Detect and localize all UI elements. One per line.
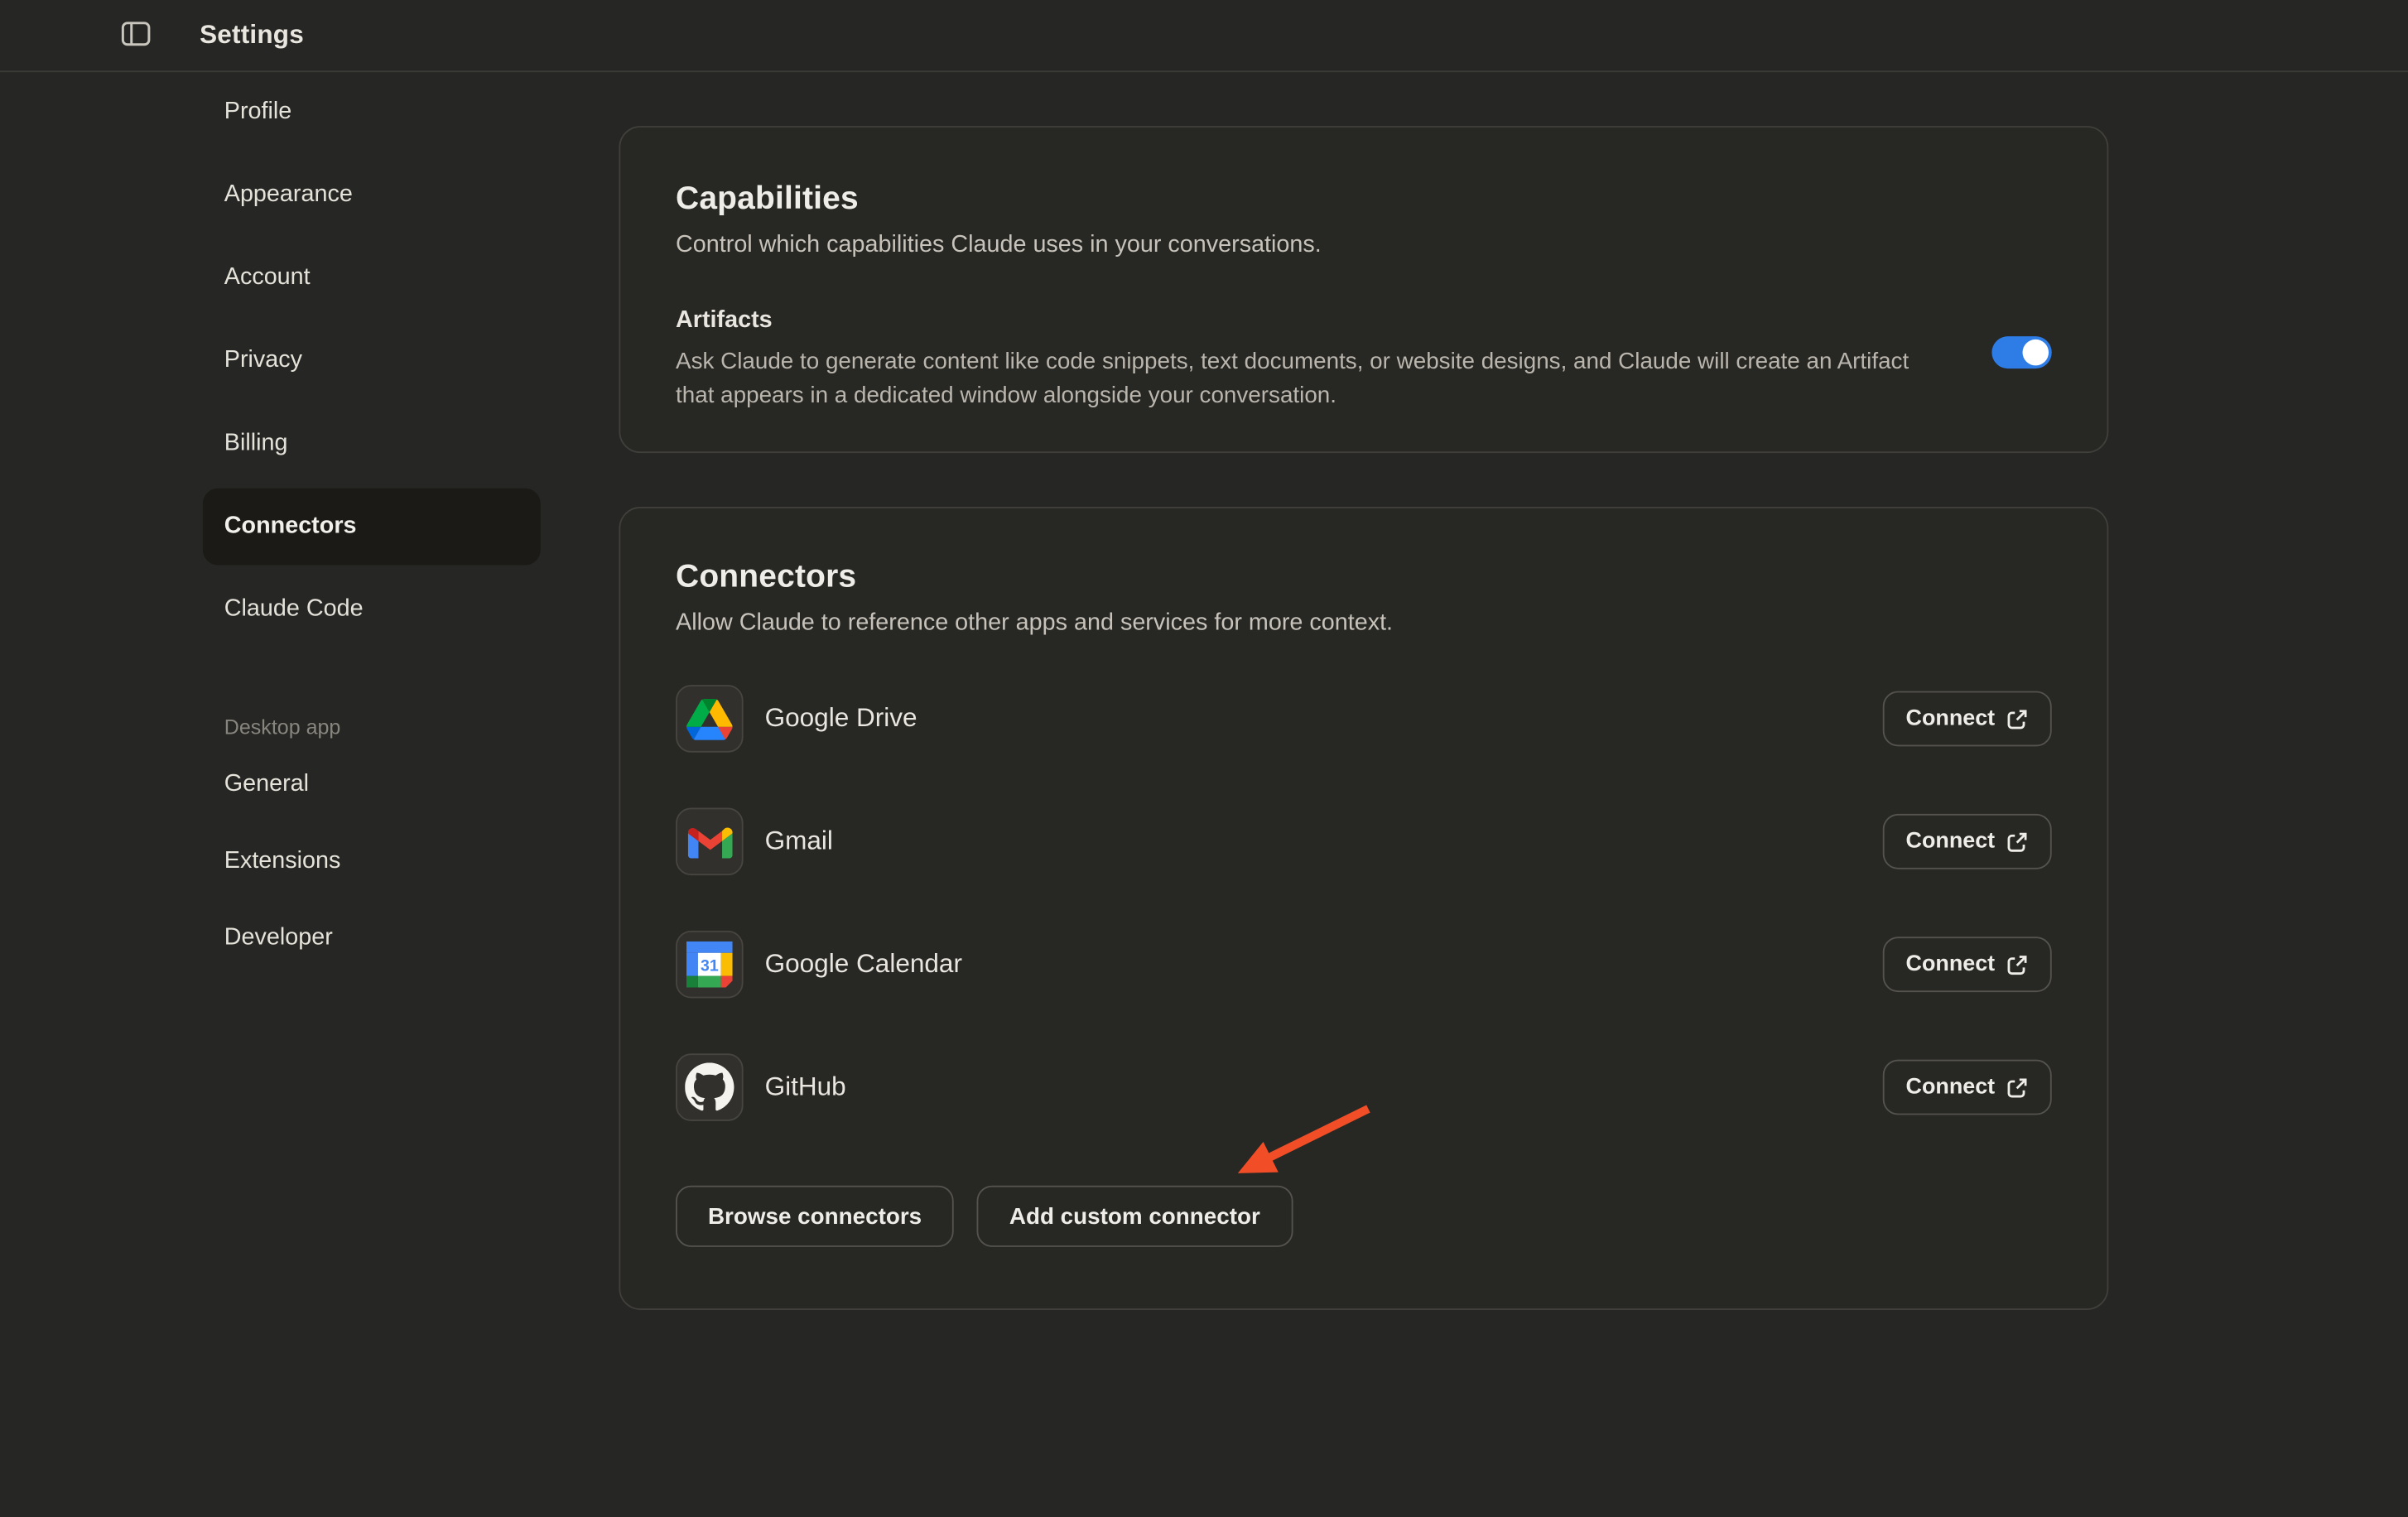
connector-actions: Browse connectors Add custom connector [676, 1186, 2052, 1247]
sidebar-item-profile[interactable]: Profile [203, 70, 541, 153]
sidebar-item-developer[interactable]: Developer [203, 900, 541, 977]
sidebar-item-privacy[interactable]: Privacy [203, 320, 541, 402]
connector-name: Gmail [765, 826, 833, 857]
connect-google-calendar-button[interactable]: Connect [1883, 937, 2052, 992]
connector-row-github: GitHub Connect [676, 1026, 2052, 1149]
artifacts-toggle[interactable] [1991, 336, 2051, 368]
connectors-card: Connectors Allow Claude to reference oth… [619, 507, 2108, 1310]
capabilities-subtitle: Control which capabilities Claude uses i… [676, 229, 2052, 261]
connector-name: GitHub [765, 1072, 846, 1103]
top-bar: Settings [0, 0, 2408, 72]
connectors-subtitle: Allow Claude to reference other apps and… [676, 607, 2052, 639]
panel-left-icon [121, 22, 150, 46]
page-title: Settings [200, 0, 304, 70]
sidebar-item-extensions[interactable]: Extensions [203, 823, 541, 900]
browse-connectors-button[interactable]: Browse connectors [676, 1186, 954, 1247]
gmail-icon [676, 808, 744, 876]
google-calendar-icon: 31 [676, 931, 744, 999]
sidebar-item-billing[interactable]: Billing [203, 402, 541, 485]
artifacts-title: Artifacts [676, 304, 1917, 336]
sidebar-item-connectors[interactable]: Connectors [203, 489, 541, 566]
connect-gmail-button[interactable]: Connect [1883, 814, 2052, 869]
connector-name: Google Calendar [765, 949, 962, 980]
calendar-day-number: 31 [701, 957, 719, 975]
external-link-icon [2006, 707, 2029, 730]
external-link-icon [2006, 1076, 2029, 1099]
connect-google-drive-button[interactable]: Connect [1883, 691, 2052, 747]
connector-name: Google Drive [765, 703, 917, 734]
sidebar-item-account[interactable]: Account [203, 237, 541, 320]
sidebar-item-appearance[interactable]: Appearance [203, 153, 541, 236]
external-link-icon [2006, 953, 2029, 976]
capabilities-card: Capabilities Control which capabilities … [619, 126, 2108, 453]
connect-label: Connect [1906, 829, 1996, 854]
connect-label: Connect [1906, 952, 1996, 977]
artifacts-setting-row: Artifacts Ask Claude to generate content… [676, 304, 2052, 412]
sidebar-section-desktop-app: Desktop app [203, 706, 541, 746]
add-custom-connector-button[interactable]: Add custom connector [977, 1186, 1293, 1247]
settings-window: Settings Profile Appearance Account Priv… [0, 0, 2408, 1517]
sidebar-item-general[interactable]: General [203, 746, 541, 823]
sidebar-toggle-button[interactable] [120, 18, 151, 49]
connect-github-button[interactable]: Connect [1883, 1060, 2052, 1115]
connector-row-google-drive: Google Drive Connect [676, 657, 2052, 780]
connect-label: Connect [1906, 1075, 1996, 1100]
artifacts-text: Artifacts Ask Claude to generate content… [676, 304, 1917, 412]
capabilities-title: Capabilities [676, 180, 2052, 219]
toggle-knob [2022, 340, 2049, 366]
artifacts-description: Ask Claude to generate content like code… [676, 345, 1917, 412]
github-icon [676, 1053, 744, 1121]
external-link-icon [2006, 830, 2029, 853]
connector-row-google-calendar: 31 Google Calendar Connect [676, 903, 2052, 1026]
sidebar-item-claude-code[interactable]: Claude Code [203, 568, 541, 651]
connect-label: Connect [1906, 706, 1996, 731]
connectors-title: Connectors [676, 557, 2052, 597]
connector-list: Google Drive Connect [676, 657, 2052, 1149]
google-drive-icon [676, 685, 744, 753]
settings-sidebar: Profile Appearance Account Privacy Billi… [203, 70, 541, 976]
connector-row-gmail: Gmail Connect [676, 780, 2052, 903]
